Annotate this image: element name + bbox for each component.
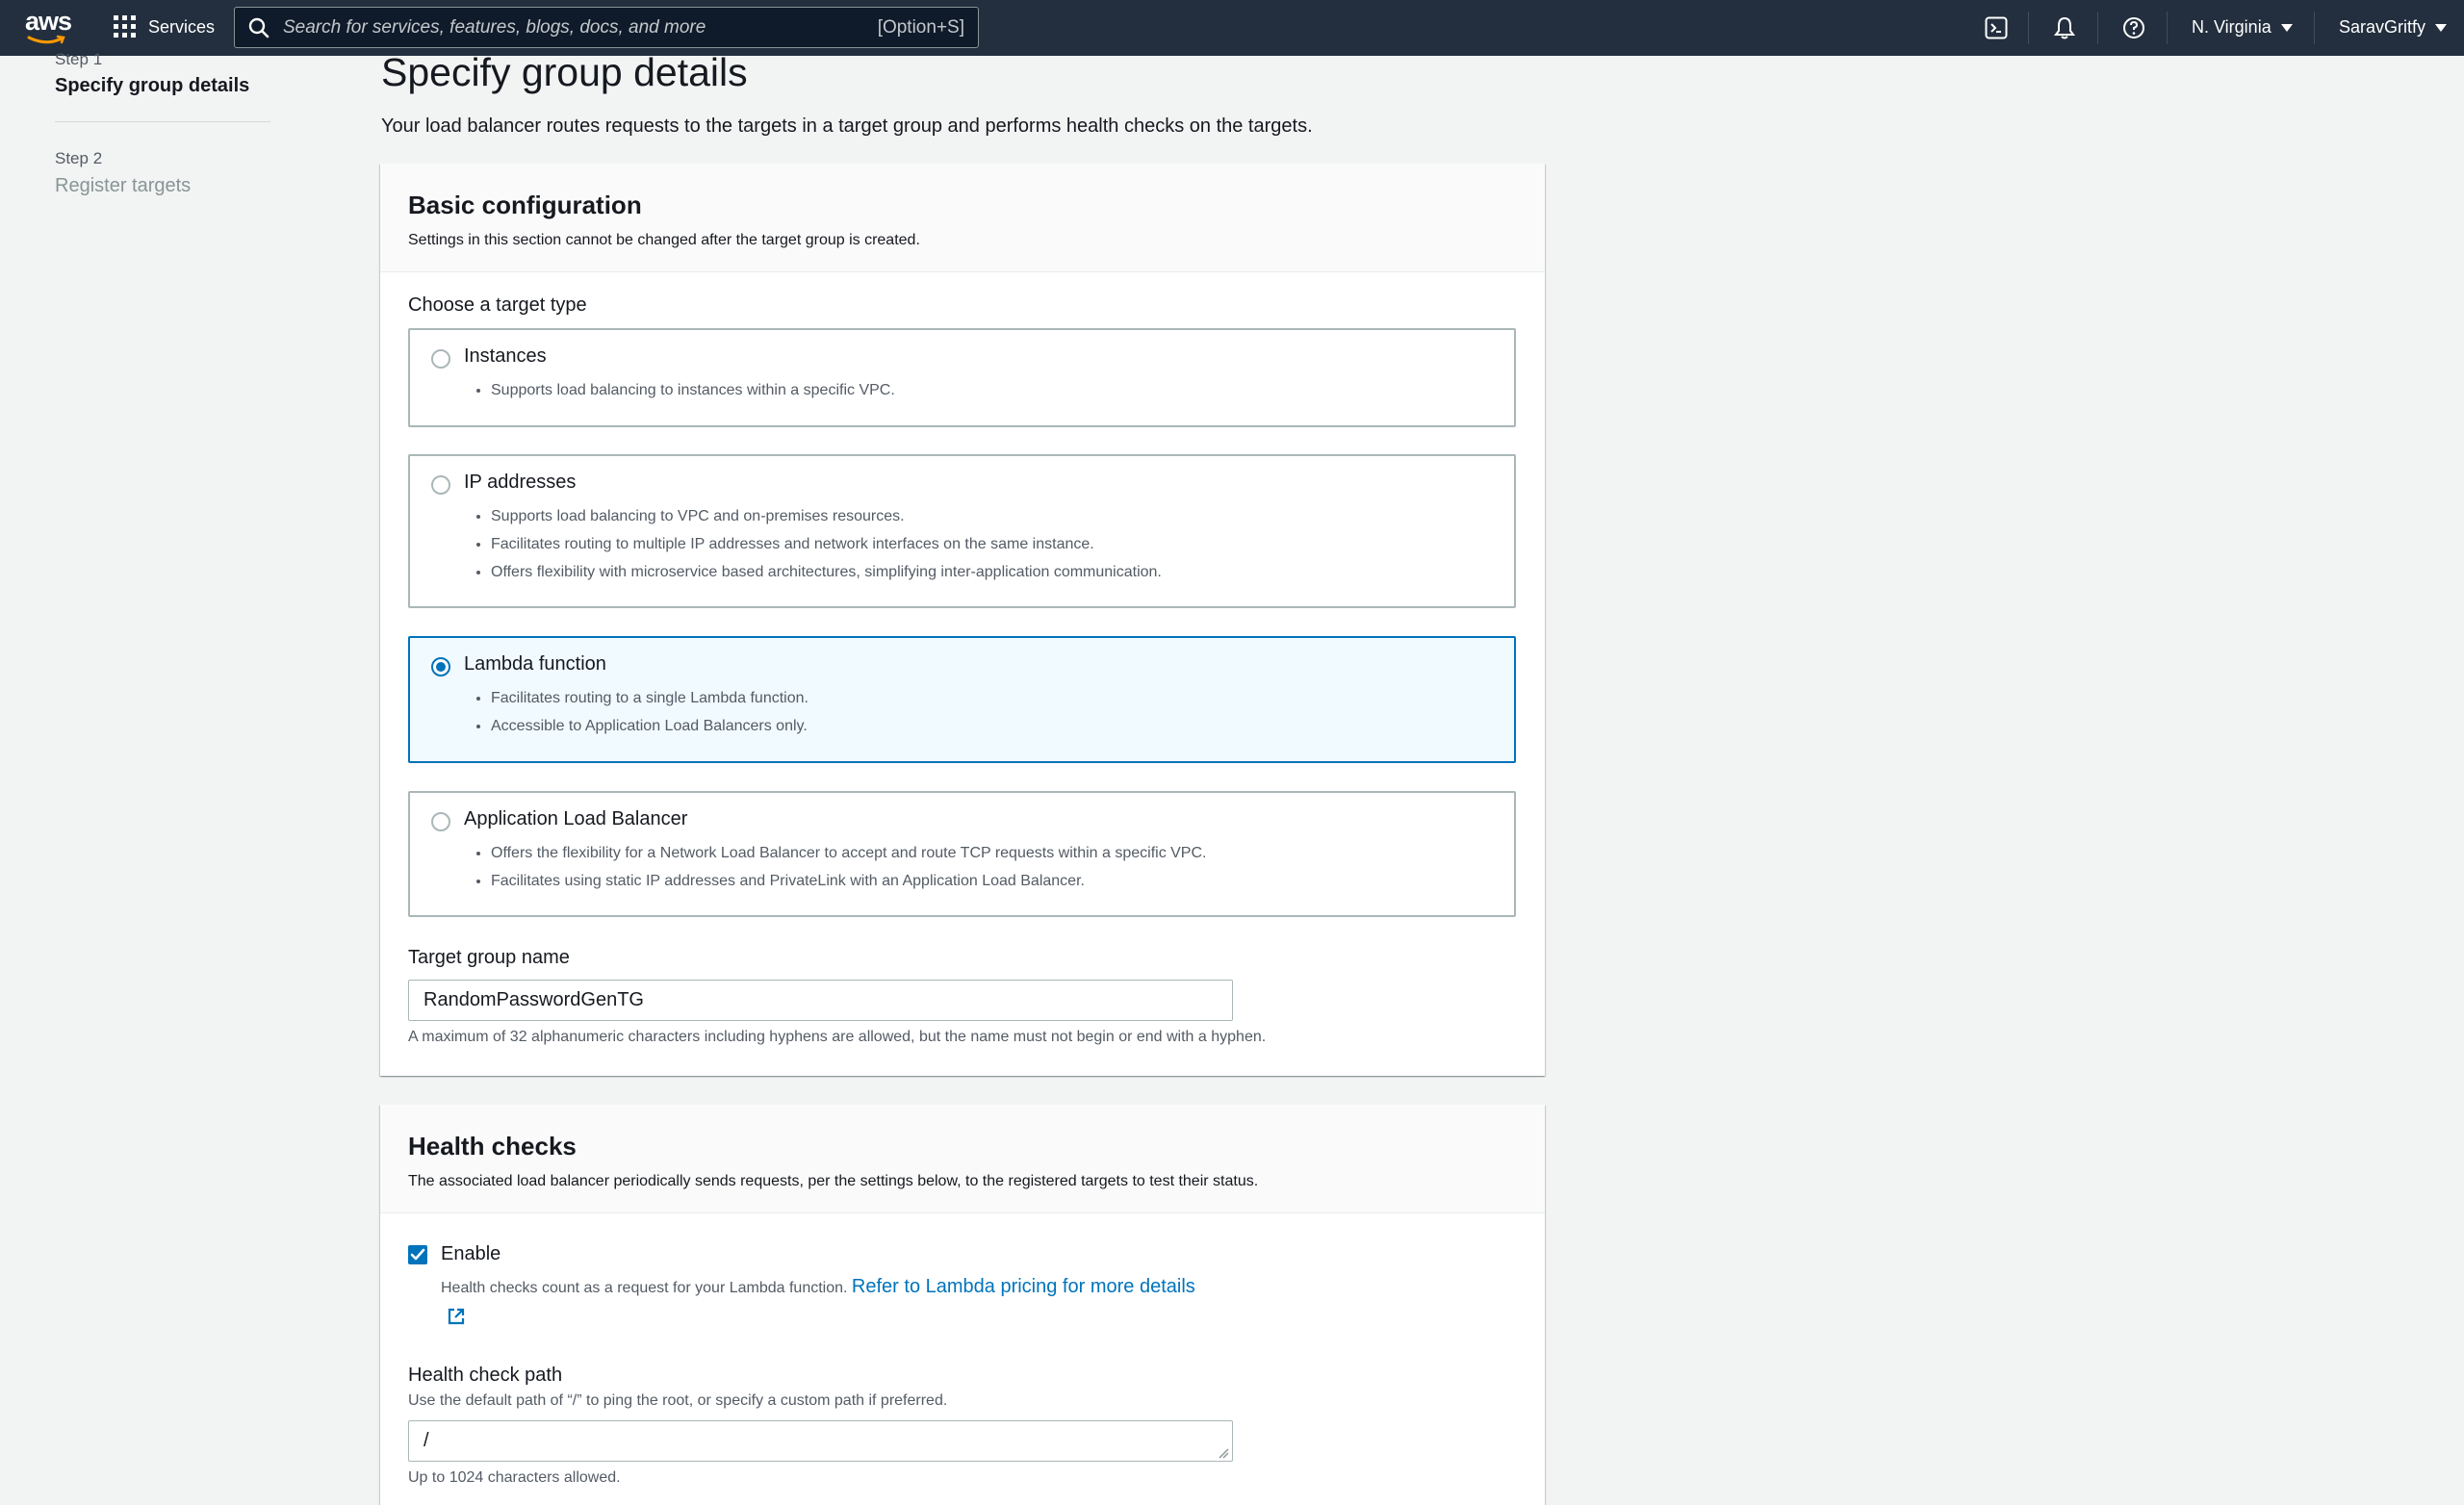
tile-title: Instances (464, 345, 547, 367)
target-type-alb-tile[interactable]: Application Load Balancer Offers the fle… (408, 791, 1516, 917)
list-item: Accessible to Application Load Balancers… (491, 712, 808, 740)
health-checks-subtitle: The associated load balancer periodicall… (408, 1173, 1259, 1189)
step1-label: Step 1 (55, 50, 103, 68)
region-selector[interactable]: N. Virginia (2192, 17, 2293, 38)
ip-addresses-radio[interactable] (431, 475, 450, 495)
nav-divider (2028, 12, 2029, 44)
tile-bullets: Supports load balancing to instances wit… (491, 376, 895, 404)
checkmark-icon (410, 1248, 425, 1261)
instances-radio[interactable] (431, 349, 450, 369)
nav-divider (2097, 12, 2098, 44)
list-item: Facilitates routing to a single Lambda f… (491, 684, 808, 712)
nav-divider (2167, 12, 2168, 44)
list-item: Supports load balancing to VPC and on-pr… (491, 502, 1162, 530)
aws-logo[interactable]: aws (25, 7, 72, 46)
health-check-path-hint: Up to 1024 characters allowed. (408, 1469, 621, 1486)
step1-title: Specify group details (55, 75, 250, 96)
link-text: Refer to Lambda pricing for more details (851, 1276, 1195, 1297)
account-menu[interactable]: SaravGritfy (2339, 17, 2448, 38)
help-icon[interactable] (2122, 16, 2145, 39)
basic-configuration-panel: Basic configuration Settings in this sec… (380, 164, 1545, 1076)
smile-icon (27, 35, 65, 44)
step2-label: Step 2 (55, 149, 103, 167)
health-checks-title: Health checks (408, 1132, 577, 1161)
enable-description-text: Health checks count as a request for you… (441, 1280, 848, 1296)
step2-title[interactable]: Register targets (55, 175, 191, 197)
step-divider (55, 121, 270, 122)
tile-title: IP addresses (464, 472, 577, 493)
tile-bullets: Supports load balancing to VPC and on-pr… (491, 502, 1162, 586)
cloudshell-icon[interactable] (1985, 16, 2008, 39)
search-icon (248, 17, 270, 38)
caret-down-icon (2435, 23, 2448, 32)
tile-bullets: Offers the flexibility for a Network Loa… (491, 839, 1206, 895)
bell-icon[interactable] (2053, 16, 2076, 39)
account-label: SaravGritfy (2339, 17, 2426, 37)
tile-bullets: Facilitates routing to a single Lambda f… (491, 684, 808, 740)
external-link-icon (448, 1308, 465, 1325)
health-check-path-input[interactable] (408, 1420, 1233, 1462)
lambda-function-radio[interactable] (431, 657, 450, 676)
list-item: Offers flexibility with microservice bas… (491, 558, 1162, 586)
target-type-lambda-function-tile[interactable]: Lambda function Facilitates routing to a… (408, 636, 1516, 763)
alb-radio[interactable] (431, 812, 450, 831)
page-title: Specify group details (381, 50, 748, 94)
caret-down-icon (2280, 23, 2293, 32)
search-input[interactable] (283, 16, 878, 38)
target-type-instances-tile[interactable]: Instances Supports load balancing to ins… (408, 328, 1516, 427)
tile-title: Application Load Balancer (464, 808, 688, 829)
services-label: Services (148, 16, 216, 37)
list-item: Facilitates routing to multiple IP addre… (491, 530, 1162, 558)
top-navigation: aws Services [Option+S] (0, 0, 2464, 56)
enable-label: Enable (441, 1243, 501, 1264)
page-description: Your load balancer routes requests to th… (381, 115, 1313, 137)
logo-text: aws (25, 7, 72, 36)
enable-description: Health checks count as a request for you… (441, 1272, 1211, 1334)
basic-config-subtitle: Settings in this section cannot be chang… (408, 232, 920, 248)
nav-divider (2314, 12, 2315, 44)
panel-header: Basic configuration Settings in this sec… (380, 164, 1545, 272)
health-check-path-label: Health check path (408, 1365, 563, 1386)
panel-header: Health checks The associated load balanc… (380, 1105, 1545, 1213)
grid-icon (114, 15, 136, 38)
target-type-label: Choose a target type (408, 294, 587, 316)
region-label: N. Virginia (2192, 17, 2272, 37)
target-group-name-hint: A maximum of 32 alphanumeric characters … (408, 1029, 1267, 1045)
list-item: Supports load balancing to instances wit… (491, 376, 895, 404)
health-check-path-description: Use the default path of “/” to ping the … (408, 1392, 948, 1409)
search-bar[interactable]: [Option+S] (234, 7, 979, 48)
resize-handle-icon[interactable] (1218, 1447, 1229, 1459)
target-type-ip-addresses-tile[interactable]: IP addresses Supports load balancing to … (408, 454, 1516, 608)
list-item: Offers the flexibility for a Network Loa… (491, 839, 1206, 867)
services-menu-button[interactable]: Services (114, 15, 215, 38)
search-shortcut: [Option+S] (877, 16, 964, 38)
enable-checkbox[interactable] (408, 1245, 427, 1264)
tile-title: Lambda function (464, 653, 606, 675)
target-group-name-label: Target group name (408, 947, 570, 968)
health-checks-panel: Health checks The associated load balanc… (380, 1105, 1545, 1505)
target-group-name-input[interactable] (408, 980, 1233, 1021)
list-item: Facilitates using static IP addresses an… (491, 867, 1206, 895)
basic-config-title: Basic configuration (408, 191, 642, 219)
